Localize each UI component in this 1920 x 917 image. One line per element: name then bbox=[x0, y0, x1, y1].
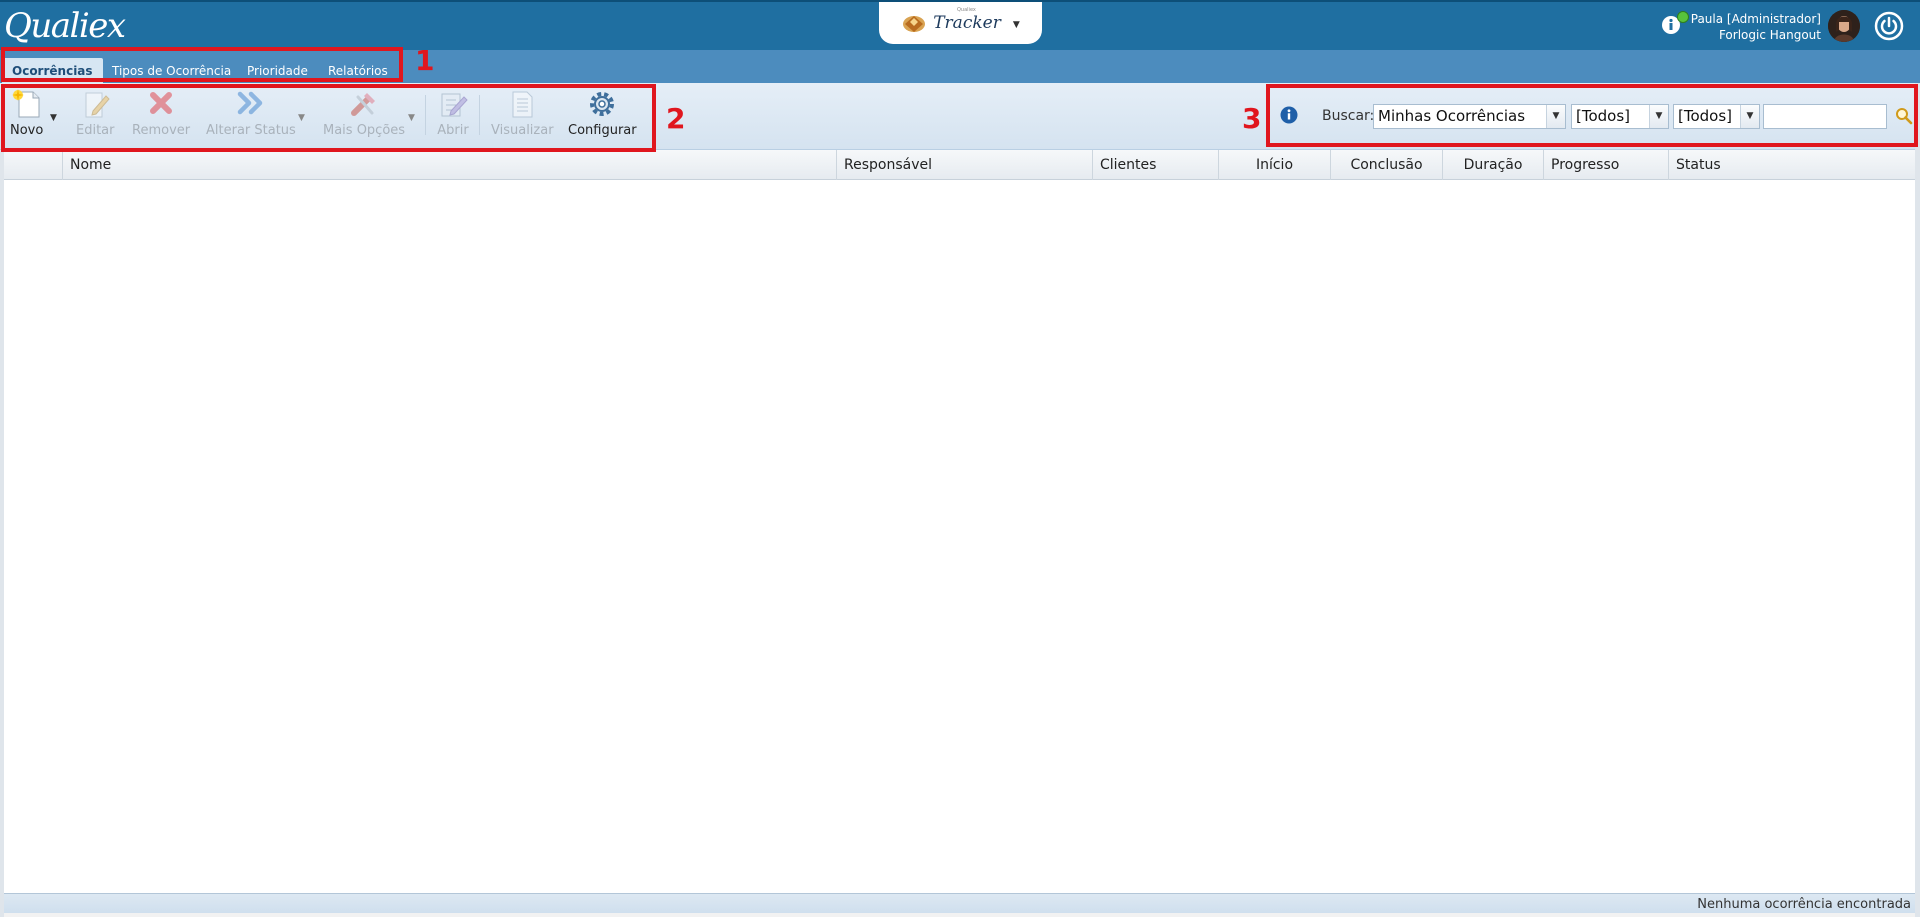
user-company: Forlogic Hangout bbox=[1718, 28, 1821, 42]
online-status-indicator bbox=[1677, 11, 1689, 23]
annotation-number-3: 3 bbox=[1242, 102, 1262, 135]
column-header-duracao[interactable]: Duração bbox=[1442, 150, 1543, 180]
user-info[interactable]: Paula [Administrador] Forlogic Hangout bbox=[1691, 11, 1821, 43]
app-header: Qualiex Qualiex Tracker ▼ Paula [Adminis… bbox=[0, 0, 1920, 50]
annotation-box-1 bbox=[1, 47, 403, 82]
grid-body bbox=[4, 180, 1915, 893]
qualiex-logo[interactable]: Qualiex bbox=[4, 6, 126, 46]
app-switcher-superscript: Qualiex bbox=[957, 7, 976, 13]
chevron-down-icon: ▼ bbox=[1012, 20, 1020, 30]
avatar[interactable] bbox=[1828, 10, 1860, 42]
status-bar: Nenhuma ocorrência encontrada bbox=[4, 893, 1915, 913]
app-switcher[interactable]: Qualiex Tracker ▼ bbox=[879, 2, 1042, 44]
tracker-logo-icon bbox=[901, 12, 927, 34]
column-header-status[interactable]: Status bbox=[1668, 150, 1915, 180]
column-header-select[interactable] bbox=[4, 150, 62, 180]
column-header-nome[interactable]: Nome bbox=[62, 150, 836, 180]
annotation-number-1: 1 bbox=[415, 44, 435, 77]
user-name: Paula [Administrador] bbox=[1690, 12, 1821, 26]
grid-header: Nome Responsável Clientes Início Conclus… bbox=[4, 150, 1915, 180]
annotation-box-3 bbox=[1266, 84, 1918, 147]
power-icon[interactable] bbox=[1874, 11, 1904, 41]
status-text: Nenhuma ocorrência encontrada bbox=[1697, 897, 1911, 912]
column-header-conclusao[interactable]: Conclusão bbox=[1330, 150, 1442, 180]
app-switcher-name: Tracker bbox=[933, 13, 1001, 33]
grid-right-border bbox=[1915, 83, 1920, 917]
annotation-box-2 bbox=[1, 84, 656, 152]
column-header-progresso[interactable]: Progresso bbox=[1543, 150, 1668, 180]
column-header-inicio[interactable]: Início bbox=[1218, 150, 1330, 180]
annotation-number-2: 2 bbox=[666, 102, 686, 135]
column-header-clientes[interactable]: Clientes bbox=[1092, 150, 1218, 180]
column-header-responsavel[interactable]: Responsável bbox=[836, 150, 1092, 180]
